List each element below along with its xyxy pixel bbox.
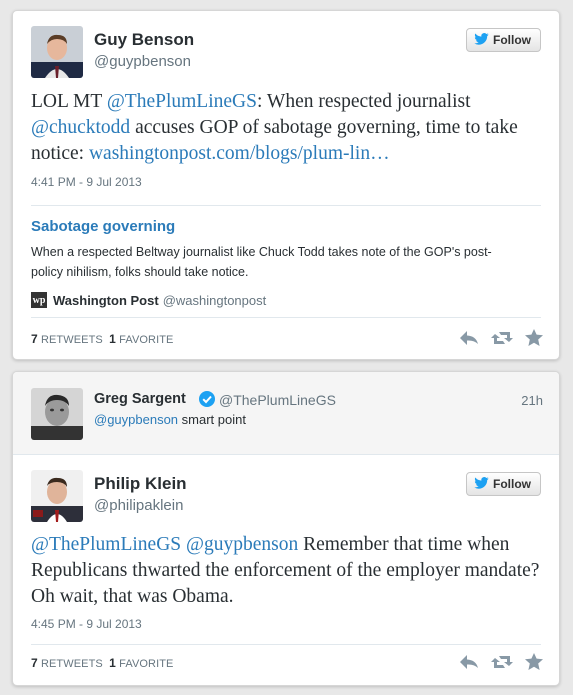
tweet-text: LOL MT @ThePlumLineGS: When respected jo…: [31, 89, 546, 167]
mention-link[interactable]: @ThePlumLineGS: [31, 534, 181, 555]
tweet-header: Guy Benson @guypbenson Follow: [31, 26, 541, 78]
reply-author-name[interactable]: Greg Sargent: [94, 391, 186, 407]
reply-icon[interactable]: [459, 330, 479, 346]
reply-author-handle[interactable]: @ThePlumLineGS: [219, 392, 336, 408]
reply-text: @guypbenson smart point: [94, 412, 246, 427]
tweet-actions: [459, 653, 543, 670]
author-handle[interactable]: @guypbenson: [94, 53, 191, 70]
tweet-text-part: LOL MT: [31, 91, 107, 112]
tweet-card-guy-benson: Guy Benson @guypbenson Follow LOL MT @Th…: [12, 10, 560, 360]
retweet-label[interactable]: RETWEETS: [41, 334, 103, 346]
tweet-actions: [459, 329, 543, 346]
avatar-greg-sargent[interactable]: [31, 388, 83, 440]
follow-button[interactable]: Follow: [466, 28, 541, 52]
follow-label: Follow: [493, 477, 531, 491]
reply-timestamp[interactable]: 21h: [521, 393, 543, 408]
favorite-star-icon[interactable]: [525, 653, 543, 670]
avatar-guy-benson[interactable]: [31, 26, 83, 78]
divider: [31, 317, 541, 318]
tweet-text-part: : When respected journalist: [256, 91, 471, 112]
divider: [31, 644, 541, 645]
retweet-icon[interactable]: [491, 330, 513, 346]
favorite-star-icon[interactable]: [525, 329, 543, 346]
favorite-label[interactable]: FAVORITE: [119, 658, 173, 670]
retweet-icon[interactable]: [491, 654, 513, 670]
tweet-card-philip-klein: Greg Sargent @ThePlumLineGS 21h @guypben…: [12, 371, 560, 686]
tweet-stats: 7 RETWEETS 1 FAVORITE: [31, 332, 174, 346]
washington-post-logo-icon: wp: [31, 292, 47, 308]
retweet-count[interactable]: 7: [31, 332, 38, 346]
author-name[interactable]: Guy Benson: [94, 30, 194, 50]
tweet-text: @ThePlumLineGS @guypbenson Remember that…: [31, 532, 546, 610]
summary-source[interactable]: wp Washington Post @washingtonpost: [31, 292, 266, 308]
url-link[interactable]: washingtonpost.com/blogs/plum-lin…: [89, 143, 390, 164]
author-name[interactable]: Philip Klein: [94, 474, 187, 494]
mention-link[interactable]: @guypbenson: [186, 534, 298, 555]
avatar-philip-klein[interactable]: [31, 470, 83, 522]
mention-link[interactable]: @guypbenson: [94, 412, 178, 427]
follow-label: Follow: [493, 33, 531, 47]
reply-icon[interactable]: [459, 654, 479, 670]
verified-badge-icon: [199, 391, 215, 412]
favorite-count[interactable]: 1: [109, 656, 116, 670]
author-handle[interactable]: @philipaklein: [94, 497, 183, 514]
summary-title[interactable]: Sabotage governing: [31, 218, 175, 235]
source-handle: @washingtonpost: [162, 292, 267, 308]
reply-text-part: smart point: [178, 412, 246, 427]
favorite-count[interactable]: 1: [109, 332, 116, 346]
source-name: Washington Post: [53, 292, 159, 308]
retweet-label[interactable]: RETWEETS: [41, 658, 103, 670]
in-reply-to-tweet[interactable]: Greg Sargent @ThePlumLineGS 21h @guypben…: [13, 372, 559, 455]
tweet-header: Philip Klein @philipaklein Follow: [31, 470, 541, 522]
summary-description: When a respected Beltway journalist like…: [31, 245, 492, 279]
retweet-count[interactable]: 7: [31, 656, 38, 670]
twitter-bird-icon: [474, 476, 489, 492]
follow-button[interactable]: Follow: [466, 472, 541, 496]
mention-link[interactable]: @chucktodd: [31, 117, 130, 138]
twitter-bird-icon: [474, 32, 489, 48]
mention-link[interactable]: @ThePlumLineGS: [107, 91, 257, 112]
tweet-stats: 7 RETWEETS 1 FAVORITE: [31, 656, 174, 670]
divider: [31, 205, 541, 206]
tweet-timestamp[interactable]: 4:41 PM - 9 Jul 2013: [31, 175, 142, 189]
favorite-label[interactable]: FAVORITE: [119, 334, 173, 346]
tweet-timestamp[interactable]: 4:45 PM - 9 Jul 2013: [31, 617, 142, 631]
